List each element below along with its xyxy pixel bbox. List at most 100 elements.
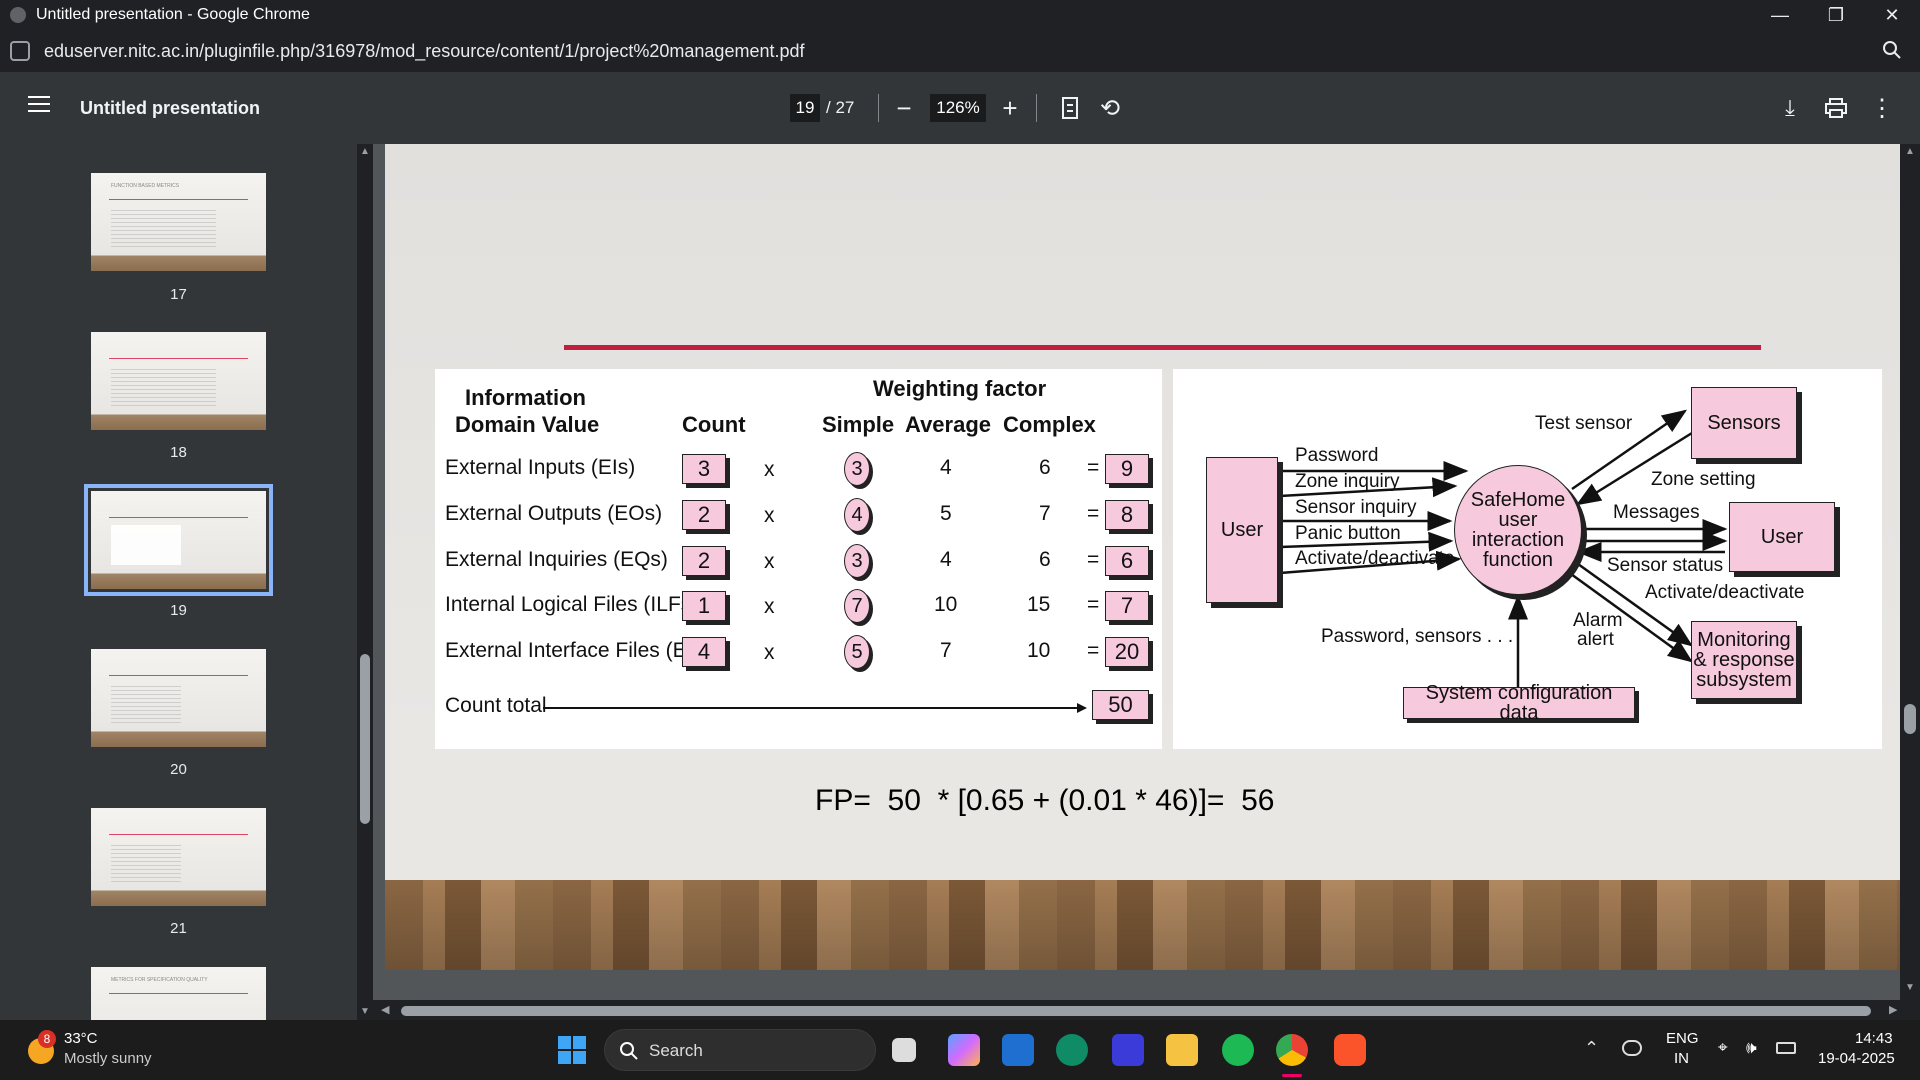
print-icon xyxy=(1825,98,1847,118)
thumbnail-page-19[interactable] xyxy=(91,491,266,589)
thumbnail-sidebar: FUNCTION BASED METRICS 17 18 19 20 21 ME… xyxy=(0,144,357,1020)
task-view-icon[interactable] xyxy=(892,1038,916,1062)
print-button[interactable] xyxy=(1818,90,1854,126)
edge-icon[interactable] xyxy=(1056,1034,1088,1066)
toolbar-divider xyxy=(1036,94,1037,122)
thumbnail-page-17[interactable]: FUNCTION BASED METRICS xyxy=(91,173,266,271)
more-options-button[interactable]: ⋮ xyxy=(1864,90,1900,126)
chrome-icon xyxy=(10,7,26,23)
safehome-function-node: SafeHome user interaction function xyxy=(1454,465,1582,595)
page-number-input[interactable]: 19 xyxy=(790,94,820,122)
label-activate-in: Activate/deactivate xyxy=(1295,548,1455,569)
thumbnail-table xyxy=(111,525,181,565)
language-line1[interactable]: ENG xyxy=(1666,1030,1699,1047)
scroll-up-icon[interactable]: ▲ xyxy=(360,146,370,157)
battery-icon[interactable] xyxy=(1776,1042,1796,1054)
user-left-node: User xyxy=(1206,457,1278,603)
zoom-icon[interactable] xyxy=(1882,40,1902,60)
scroll-up-icon[interactable]: ▲ xyxy=(1905,146,1915,157)
app-icon[interactable] xyxy=(1112,1034,1144,1066)
scroll-left-icon[interactable]: ◀ xyxy=(381,1003,389,1016)
volume-icon[interactable]: 🕪 xyxy=(1746,1038,1757,1058)
thumbnail-page-20[interactable] xyxy=(91,649,266,747)
pdf-toolbar: Untitled presentation 19 / 27 − 126% + ⟲… xyxy=(0,72,1920,144)
site-info-icon[interactable] xyxy=(10,41,30,61)
window-title: Untitled presentation - Google Chrome xyxy=(36,6,310,23)
monitor-label-1: Monitoring xyxy=(1697,629,1791,651)
clock-date[interactable]: 19-04-2025 xyxy=(1818,1050,1895,1067)
clock-time[interactable]: 14:43 xyxy=(1855,1030,1893,1047)
weather-badge: 8 xyxy=(38,1030,56,1048)
label-zone-setting: Zone setting xyxy=(1651,469,1756,490)
scroll-right-icon[interactable]: ▶ xyxy=(1889,1003,1897,1016)
label-messages: Messages xyxy=(1613,502,1700,523)
thumbnail-page-18[interactable] xyxy=(91,332,266,430)
wifi-icon[interactable]: ⌖ xyxy=(1718,1038,1728,1058)
fit-page-button[interactable] xyxy=(1052,90,1088,126)
thumbnail-label: 19 xyxy=(170,602,187,619)
copilot-icon[interactable] xyxy=(948,1034,980,1066)
thumbnail-label: 20 xyxy=(170,761,187,778)
download-button[interactable]: ⤓ xyxy=(1772,90,1808,126)
label-sensor-inquiry: Sensor inquiry xyxy=(1295,497,1417,518)
thumbnail-text xyxy=(111,683,181,723)
viewer-scroll-thumb[interactable] xyxy=(1904,704,1916,734)
thumbnail-rule xyxy=(109,517,248,518)
temperature[interactable]: 33°C xyxy=(64,1030,98,1047)
label-password: Password xyxy=(1295,445,1379,466)
scroll-down-icon[interactable]: ▼ xyxy=(1905,982,1915,993)
thumbnail-label: 17 xyxy=(170,286,187,303)
viewer-vertical-scrollbar[interactable]: ▲ ▼ xyxy=(1900,144,1920,1020)
page-total: / 27 xyxy=(826,98,855,117)
url-text[interactable]: eduserver.nitc.ac.in/pluginfile.php/3169… xyxy=(44,41,805,62)
spotify-icon[interactable] xyxy=(1222,1034,1254,1066)
title-rule xyxy=(564,345,1761,350)
center-label-1: SafeHome xyxy=(1470,489,1566,511)
thumbnail-rule xyxy=(109,834,248,835)
chrome-taskbar-icon[interactable] xyxy=(1276,1034,1308,1066)
pdf-viewer: Information Domain Value Count Weighting… xyxy=(373,144,1910,1020)
horizontal-scroll-thumb[interactable] xyxy=(401,1006,1871,1016)
rotate-button[interactable]: ⟲ xyxy=(1092,90,1128,126)
scroll-down-icon[interactable]: ▼ xyxy=(360,1006,370,1017)
language-line2[interactable]: IN xyxy=(1674,1050,1689,1067)
brave-icon[interactable] xyxy=(1334,1034,1366,1066)
viewer-horizontal-scrollbar[interactable]: ◀ ▶ xyxy=(373,1000,1910,1020)
center-label-4: function xyxy=(1482,549,1554,571)
weather-condition[interactable]: Mostly sunny xyxy=(64,1050,152,1067)
title-bar: Untitled presentation - Google Chrome — … xyxy=(0,0,1920,30)
thumbnail-rule xyxy=(109,358,248,359)
thumbnail-page-21[interactable] xyxy=(91,808,266,906)
microsoft-store-icon[interactable] xyxy=(1002,1034,1034,1066)
thumbnail-rule xyxy=(109,993,248,994)
thumbnail-page-22[interactable]: METRICS FOR SPECIFICATION QUALITY xyxy=(91,967,266,1020)
zoom-in-button[interactable]: + xyxy=(992,90,1028,126)
monitor-label-3: subsystem xyxy=(1696,669,1792,691)
menu-icon[interactable] xyxy=(28,96,50,112)
sidebar-scrollbar[interactable]: ▲ ▼ xyxy=(357,144,373,1020)
label-zone-inquiry: Zone inquiry xyxy=(1295,471,1400,492)
monitor-label-2: & response xyxy=(1693,649,1795,671)
label-alert: alert xyxy=(1577,629,1614,650)
label-sensor-status: Sensor status xyxy=(1607,555,1724,576)
wood-floor-decoration xyxy=(385,880,1900,970)
show-hidden-icons[interactable]: ⌃ xyxy=(1584,1038,1599,1059)
thumbnail-label: 21 xyxy=(170,920,187,937)
zoom-input[interactable]: 126% xyxy=(930,94,986,122)
address-bar[interactable]: eduserver.nitc.ac.in/pluginfile.php/3169… xyxy=(0,30,1920,72)
close-icon[interactable]: ✕ xyxy=(1864,0,1920,30)
zoom-out-button[interactable]: − xyxy=(886,90,922,126)
user-right-node: User xyxy=(1729,502,1835,572)
thumbnail-label: 18 xyxy=(170,444,187,461)
safehome-context-diagram: User SafeHome user interaction function … xyxy=(1173,369,1882,749)
file-explorer-icon[interactable] xyxy=(1166,1034,1198,1066)
taskbar-search[interactable]: Search xyxy=(604,1029,876,1071)
count-total-arrow xyxy=(543,703,1087,713)
thumbnail-text xyxy=(111,366,216,406)
minimize-icon[interactable]: — xyxy=(1752,0,1808,30)
sidebar-scroll-thumb[interactable] xyxy=(360,654,370,824)
windows-start-icon[interactable] xyxy=(556,1034,588,1066)
onedrive-icon[interactable] xyxy=(1622,1040,1642,1056)
label-password-sensors: Password, sensors . . . xyxy=(1321,626,1514,647)
restore-icon[interactable]: ❐ xyxy=(1808,0,1864,30)
